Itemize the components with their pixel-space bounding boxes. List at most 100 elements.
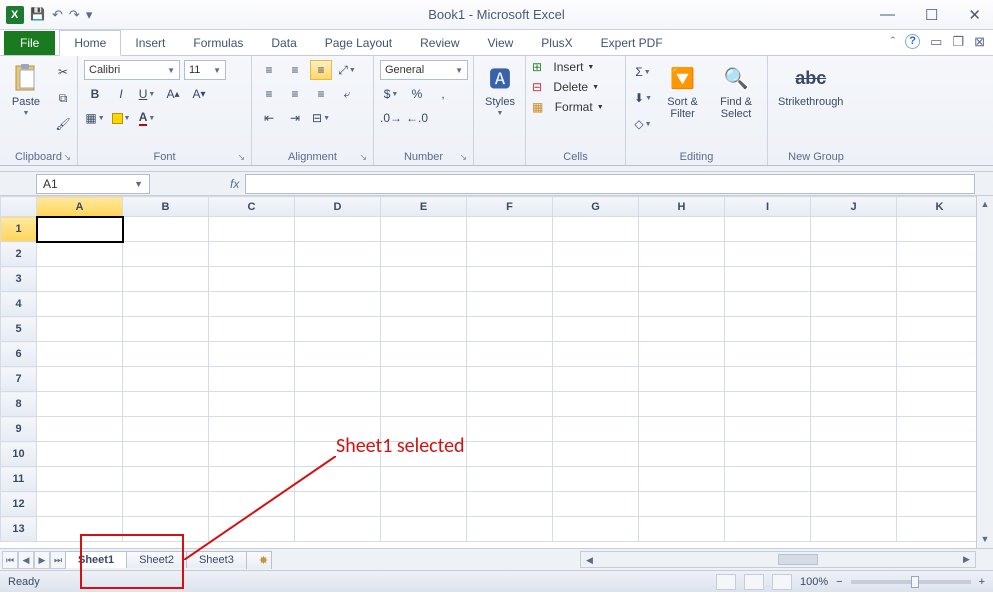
row-header-13[interactable]: 13 bbox=[1, 517, 37, 542]
row-header-4[interactable]: 4 bbox=[1, 292, 37, 317]
cell[interactable] bbox=[381, 217, 467, 242]
cell[interactable] bbox=[209, 367, 295, 392]
window-x-icon[interactable]: ⊠ bbox=[974, 34, 985, 50]
cell[interactable] bbox=[811, 292, 897, 317]
tab-review[interactable]: Review bbox=[406, 31, 473, 55]
col-header-I[interactable]: I bbox=[725, 197, 811, 217]
cell[interactable] bbox=[123, 417, 209, 442]
cell[interactable] bbox=[639, 267, 725, 292]
tab-expert-pdf[interactable]: Expert PDF bbox=[587, 31, 677, 55]
cell[interactable] bbox=[897, 517, 983, 542]
percent-button[interactable]: % bbox=[406, 84, 428, 104]
accounting-button[interactable]: $▼ bbox=[380, 84, 402, 104]
cell[interactable] bbox=[295, 217, 381, 242]
cell[interactable] bbox=[897, 392, 983, 417]
cell[interactable] bbox=[123, 367, 209, 392]
cell[interactable] bbox=[467, 342, 553, 367]
format-painter-button[interactable]: 🖌 bbox=[52, 114, 74, 134]
row-header-1[interactable]: 1 bbox=[1, 217, 37, 242]
cell[interactable] bbox=[897, 317, 983, 342]
cell[interactable] bbox=[725, 217, 811, 242]
cell[interactable] bbox=[811, 467, 897, 492]
scroll-up-icon[interactable]: ▲ bbox=[977, 196, 993, 213]
sheet-tab-sheet2[interactable]: Sheet2 bbox=[126, 551, 187, 568]
cell[interactable] bbox=[897, 267, 983, 292]
cell[interactable] bbox=[553, 267, 639, 292]
col-header-J[interactable]: J bbox=[811, 197, 897, 217]
cell[interactable] bbox=[37, 267, 123, 292]
cell[interactable] bbox=[37, 492, 123, 517]
cell[interactable] bbox=[467, 242, 553, 267]
cell[interactable] bbox=[553, 492, 639, 517]
align-top-button[interactable]: ≡ bbox=[258, 60, 280, 80]
align-center-button[interactable]: ≡ bbox=[284, 84, 306, 104]
cell[interactable] bbox=[37, 417, 123, 442]
cell[interactable] bbox=[381, 267, 467, 292]
cell[interactable] bbox=[209, 392, 295, 417]
row-header-2[interactable]: 2 bbox=[1, 242, 37, 267]
row-header-12[interactable]: 12 bbox=[1, 492, 37, 517]
sheet-nav-next[interactable]: ▶ bbox=[34, 551, 50, 569]
worksheet-grid[interactable]: A B C D E F G H I J K 1 2 3 4 5 6 7 8 9 … bbox=[0, 196, 993, 548]
align-bottom-button[interactable]: ≡ bbox=[310, 60, 332, 80]
new-sheet-button[interactable]: ✸ bbox=[246, 551, 272, 569]
fx-icon[interactable]: fx bbox=[230, 177, 239, 191]
col-header-B[interactable]: B bbox=[123, 197, 209, 217]
delete-cells-button[interactable]: ⊟ Delete ▼ bbox=[532, 80, 599, 94]
cell[interactable] bbox=[123, 492, 209, 517]
cell[interactable] bbox=[209, 292, 295, 317]
cell[interactable] bbox=[209, 417, 295, 442]
cell[interactable] bbox=[553, 242, 639, 267]
cell[interactable] bbox=[639, 317, 725, 342]
tab-data[interactable]: Data bbox=[257, 31, 310, 55]
col-header-F[interactable]: F bbox=[467, 197, 553, 217]
cell[interactable] bbox=[295, 517, 381, 542]
cell[interactable] bbox=[553, 367, 639, 392]
cell[interactable] bbox=[897, 242, 983, 267]
cell[interactable] bbox=[639, 342, 725, 367]
cell[interactable] bbox=[725, 242, 811, 267]
font-name-combo[interactable]: Calibri▼ bbox=[84, 60, 180, 80]
cell[interactable] bbox=[897, 442, 983, 467]
sheet-nav-prev[interactable]: ◀ bbox=[18, 551, 34, 569]
cell[interactable] bbox=[811, 492, 897, 517]
cell[interactable] bbox=[295, 342, 381, 367]
save-icon[interactable]: 💾 bbox=[30, 7, 46, 23]
cell[interactable] bbox=[725, 442, 811, 467]
cell[interactable] bbox=[37, 442, 123, 467]
qat-customize-icon[interactable]: ▾ bbox=[86, 7, 93, 23]
row-header-5[interactable]: 5 bbox=[1, 317, 37, 342]
decrease-decimal-button[interactable]: ←.0 bbox=[406, 108, 428, 128]
zoom-level[interactable]: 100% bbox=[800, 576, 828, 588]
file-tab[interactable]: File bbox=[4, 31, 55, 55]
cell[interactable] bbox=[553, 217, 639, 242]
undo-icon[interactable]: ↶ bbox=[52, 7, 63, 23]
cell[interactable] bbox=[209, 467, 295, 492]
styles-button[interactable]: 🅰 Styles ▼ bbox=[480, 60, 520, 119]
cell[interactable] bbox=[123, 442, 209, 467]
align-right-button[interactable]: ≡ bbox=[310, 84, 332, 104]
cell[interactable] bbox=[639, 392, 725, 417]
cell[interactable] bbox=[725, 367, 811, 392]
cell[interactable] bbox=[897, 217, 983, 242]
zoom-slider[interactable] bbox=[851, 580, 971, 584]
view-layout-button[interactable] bbox=[744, 574, 764, 590]
scroll-right-icon[interactable]: ▶ bbox=[958, 552, 975, 567]
cell[interactable] bbox=[467, 317, 553, 342]
cell[interactable] bbox=[811, 267, 897, 292]
window-restore-icon[interactable]: ❐ bbox=[952, 34, 964, 50]
cell[interactable] bbox=[37, 292, 123, 317]
decrease-font-button[interactable]: A▾ bbox=[188, 84, 210, 104]
fill-color-button[interactable]: ▼ bbox=[110, 108, 132, 128]
cell[interactable] bbox=[123, 392, 209, 417]
cell[interactable] bbox=[381, 517, 467, 542]
tab-page-layout[interactable]: Page Layout bbox=[311, 31, 406, 55]
find-select-button[interactable]: 🔍 Find & Select bbox=[711, 60, 761, 122]
cell[interactable] bbox=[209, 517, 295, 542]
font-color-button[interactable]: A▼ bbox=[136, 108, 158, 128]
cell[interactable] bbox=[639, 292, 725, 317]
col-header-K[interactable]: K bbox=[897, 197, 983, 217]
cell[interactable] bbox=[381, 467, 467, 492]
cell[interactable] bbox=[295, 367, 381, 392]
dialog-launcher-icon[interactable]: ↘ bbox=[237, 152, 245, 163]
